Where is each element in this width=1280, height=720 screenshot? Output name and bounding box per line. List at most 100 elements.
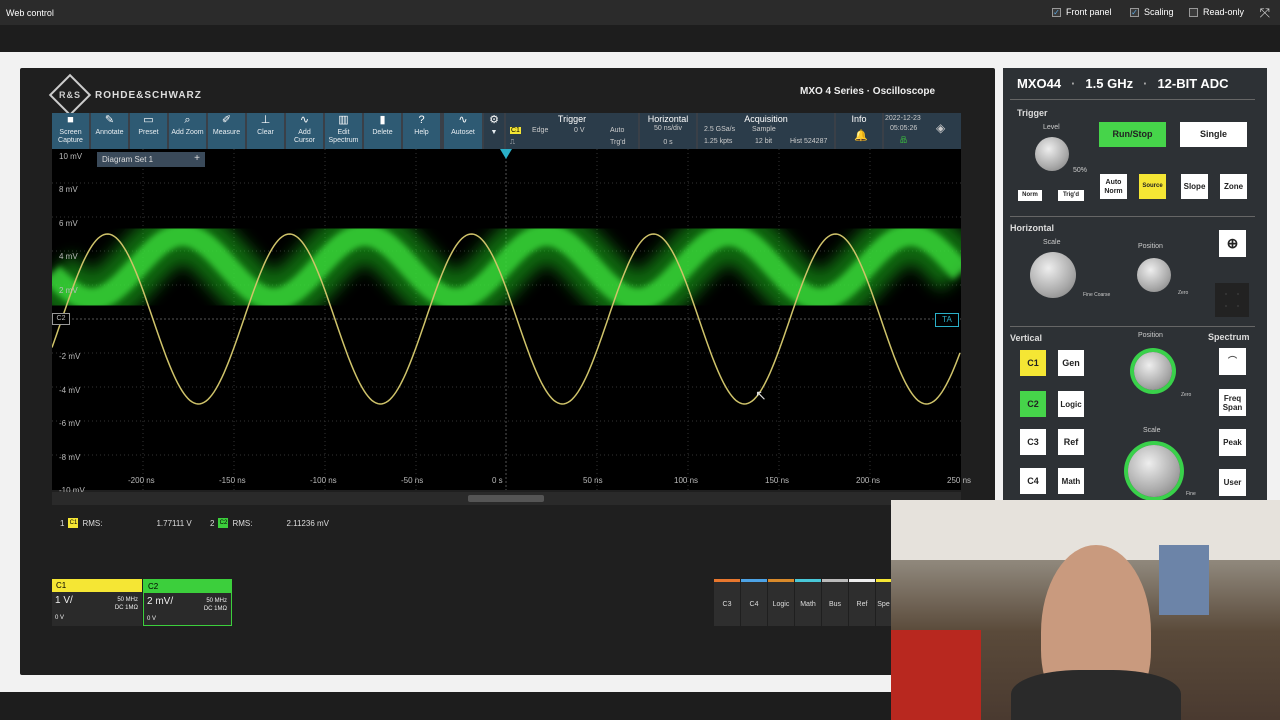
x-tick-label: 100 ns — [674, 476, 699, 485]
grid-icon[interactable] — [1215, 283, 1249, 317]
screen-capture-button[interactable]: ■ Screen Capture — [52, 113, 89, 149]
series-title: MXO 4 Series · Oscilloscope — [800, 86, 936, 97]
webcam-cabinet — [891, 630, 981, 720]
single-button[interactable]: Single — [1180, 122, 1247, 147]
c2-button[interactable]: C2 — [1020, 391, 1046, 417]
percent-label: 50% — [1073, 167, 1088, 174]
vertical-section-title: Vertical — [1010, 333, 1043, 343]
y-tick-label: 8 mV — [59, 185, 78, 195]
trigger-header[interactable]: Trigger C1 Edge 0 V Auto Trg'd ⎍ — [506, 113, 638, 149]
vertical-scale-knob[interactable] — [1128, 445, 1180, 497]
read-only-toggle[interactable]: Read-only — [1189, 7, 1244, 17]
logic-button[interactable]: Logic — [1058, 391, 1084, 417]
horizontal-scrollbar[interactable] — [52, 492, 961, 505]
user-button[interactable]: User — [1219, 469, 1246, 496]
vertical-position-knob[interactable] — [1134, 352, 1172, 390]
measurement-1[interactable]: 1 C1 RMS: 1.77111 V — [60, 518, 192, 528]
c4-button[interactable]: C4 — [1020, 468, 1046, 494]
edit-spectrum-button[interactable]: ▥ Edit Spectrum — [325, 113, 362, 149]
annotate-button[interactable]: ✎ Annotate — [91, 113, 128, 149]
c1-button[interactable]: C1 — [1020, 350, 1046, 376]
measure-button[interactable]: ✐ Measure — [208, 113, 245, 149]
y-tick-label: 4 mV — [59, 252, 78, 262]
tab-c4[interactable]: C4 — [741, 579, 767, 626]
autoset-icon: ∿ — [458, 114, 468, 126]
tab-c3[interactable]: C3 — [714, 579, 740, 626]
trigger-level-marker[interactable]: TA — [935, 313, 959, 327]
divider — [1010, 326, 1255, 327]
waveform-diagram[interactable]: C2 TA ↖ — [52, 149, 961, 490]
info-header[interactable]: Info 🔔 — [836, 113, 882, 149]
spectrum-section-title: Spectrum — [1208, 332, 1250, 342]
zero-label: Zero — [1178, 290, 1189, 296]
tab-bus[interactable]: Bus — [822, 579, 848, 626]
collapse-icon[interactable]: ⤧ — [1260, 5, 1270, 21]
x-tick-label: 150 ns — [765, 476, 790, 485]
add-cursor-button[interactable]: ∿ Add Cursor — [286, 113, 323, 149]
tab-spectrum[interactable]: Spe — [876, 579, 891, 626]
diagram-set-tab[interactable]: Diagram Set 1 + — [97, 152, 205, 167]
clear-icon: ⊥ — [260, 114, 271, 126]
chevron-down-icon: ▼ — [490, 129, 498, 136]
autoset-button[interactable]: ∿ Autoset — [444, 113, 482, 149]
measure-icon: ✐ — [221, 114, 232, 126]
horizontal-position-knob[interactable] — [1137, 258, 1171, 292]
auto-norm-button[interactable]: Auto Norm — [1100, 174, 1127, 199]
ref-button[interactable]: Ref — [1058, 429, 1084, 455]
zone-button[interactable]: Zone — [1220, 174, 1247, 199]
peak-button[interactable]: Peak — [1219, 429, 1246, 456]
scrollbar-handle[interactable] — [468, 495, 544, 502]
channel-c1-box[interactable]: C1 1 V/ 50 MHz DC 1MΩ 0 V — [52, 579, 142, 626]
webcam-poster — [1159, 545, 1209, 615]
x-tick-label: 50 ns — [583, 476, 603, 485]
freq-span-button[interactable]: Freq Span — [1219, 389, 1246, 416]
horizontal-scale-knob[interactable] — [1030, 252, 1076, 298]
tab-logic[interactable]: Logic — [768, 579, 794, 626]
tab-math[interactable]: Math — [795, 579, 821, 626]
trash-icon: ▮ — [379, 114, 386, 126]
slope-button[interactable]: Slope — [1181, 174, 1208, 199]
x-tick-label: 0 s — [492, 476, 503, 485]
checkbox-icon[interactable] — [1189, 7, 1198, 17]
measurement-2[interactable]: 2 C2 RMS: 2.11236 mV — [210, 518, 329, 528]
trigger-level-knob[interactable] — [1035, 137, 1069, 171]
zoom-button[interactable]: ⊕ — [1219, 230, 1246, 257]
edge-icon: ⎍ — [510, 139, 515, 146]
rs-logo-icon: ◈ — [936, 121, 946, 135]
spectrum-button[interactable]: ⌒ — [1219, 348, 1246, 375]
mouse-cursor-icon: ↖ — [755, 387, 767, 403]
divider — [1010, 216, 1255, 217]
panel-title: MXO44 · 1.5 GHz · 12-BIT ADC — [1017, 76, 1229, 91]
settings-button[interactable]: ⚙ ▼ — [484, 113, 504, 149]
x-tick-label: -200 ns — [128, 476, 155, 485]
clear-button[interactable]: ⊥ Clear — [247, 113, 284, 149]
scaling-toggle[interactable]: ✓ Scaling — [1130, 7, 1174, 17]
tab-ref[interactable]: Ref — [849, 579, 875, 626]
delete-button[interactable]: ▮ Delete — [364, 113, 401, 149]
window-titlebar: Web control ✓ Front panel ✓ Scaling Read-o… — [0, 0, 1280, 25]
front-panel-toggle[interactable]: ✓ Front panel — [1052, 7, 1112, 17]
math-button[interactable]: Math — [1058, 468, 1084, 494]
rs-logo-icon: R&S — [48, 73, 92, 117]
x-tick-label: -150 ns — [219, 476, 246, 485]
run-stop-button[interactable]: Run/Stop — [1099, 122, 1166, 147]
add-zoom-button[interactable]: ⌕ Add Zoom — [169, 113, 206, 149]
brand-name: ROHDE&SCHWARZ — [95, 89, 202, 101]
source-button[interactable]: Source — [1139, 174, 1166, 199]
checkbox-icon[interactable]: ✓ — [1052, 7, 1061, 17]
channel-c2-box[interactable]: C2 2 mV/ 50 MHz DC 1MΩ 0 V — [143, 579, 232, 626]
help-button[interactable]: ? Help — [403, 113, 440, 149]
x-tick-label: 200 ns — [856, 476, 881, 485]
gear-icon: ⚙ — [489, 114, 499, 126]
add-diagram-button[interactable]: + — [194, 153, 200, 164]
preset-button[interactable]: ▭ Preset — [130, 113, 167, 149]
gen-button[interactable]: Gen — [1058, 350, 1084, 376]
checkbox-icon[interactable]: ✓ — [1130, 7, 1139, 17]
y-tick-label: -6 mV — [59, 419, 81, 429]
horizontal-header[interactable]: Horizontal 50 ns/div 0 s — [640, 113, 696, 149]
c2-offset-marker[interactable]: C2 — [52, 313, 70, 325]
spectrum-icon: ▥ — [338, 114, 349, 126]
acquisition-header[interactable]: Acquisition 2.5 GSa/s Sample 1.25 kpts 1… — [698, 113, 834, 149]
cursor-icon: ∿ — [299, 114, 310, 126]
c3-button[interactable]: C3 — [1020, 429, 1046, 455]
